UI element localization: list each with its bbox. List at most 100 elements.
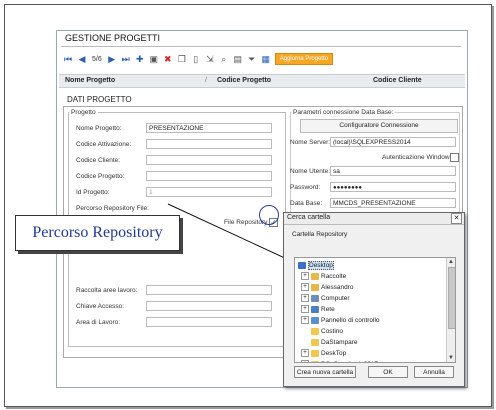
next-record-icon[interactable]: ▶ <box>107 54 117 64</box>
tree-item[interactable]: + Alessandro <box>301 282 354 293</box>
win-auth-label: Autenticazione Windows <box>382 154 453 161</box>
expand-icon[interactable]: + <box>301 283 309 292</box>
tree-item[interactable]: + Rete <box>301 304 335 315</box>
codice-cliente-input[interactable] <box>146 155 272 165</box>
tree-item-label: Pannello di controllo <box>321 317 380 324</box>
nome-utente-label: Nome Utente: <box>290 168 331 175</box>
database-label: Data Base: <box>290 200 323 207</box>
folder-icon <box>311 349 319 357</box>
previous-record-icon[interactable]: ◀ <box>77 54 87 64</box>
column-separator: / <box>205 77 207 84</box>
copy-icon[interactable]: ❐ <box>177 54 187 64</box>
database-input[interactable]: MMCDS_PRESENTAZIONE <box>330 198 456 208</box>
tree-item-label: DeskTop <box>321 350 347 357</box>
dialog-label: Cartella Repository <box>292 231 348 238</box>
add-icon[interactable]: ✚ <box>135 54 145 64</box>
export-icon[interactable]: ▤ <box>233 54 243 64</box>
progetto-legend: Progetto <box>71 109 96 116</box>
expand-icon[interactable]: + <box>301 305 309 314</box>
ok-button[interactable]: OK <box>368 366 408 378</box>
dialog-titlebar: Cerca cartella ✕ <box>284 213 464 225</box>
browse-folder-dialog: Cerca cartella ✕ Cartella Repository ▲ ▼… <box>283 212 465 387</box>
raccolta-label: Raccolta aree lavoro: <box>76 287 138 294</box>
tree-item[interactable]: + Raccolte <box>301 271 346 282</box>
area-lavoro-label: Area di Lavoro: <box>76 319 121 326</box>
configuratore-connessione-button[interactable]: Configuratore Connessione <box>300 119 458 133</box>
col-codice-progetto[interactable]: Codice Progetto <box>217 77 271 84</box>
nome-server-label: Nome Server: <box>290 139 331 146</box>
last-record-icon[interactable]: ⏭ <box>121 54 131 64</box>
computer-icon <box>311 294 319 302</box>
first-record-icon[interactable]: ⏮ <box>63 54 73 64</box>
tree-item[interactable]: + DeskTop <box>301 348 346 359</box>
scroll-down-icon[interactable]: ▼ <box>447 354 455 362</box>
codice-cliente-label: Codice Cliente: <box>76 157 121 164</box>
tree-item-label: Alessandro <box>321 284 354 291</box>
search-icon[interactable]: ⌕ <box>219 54 229 64</box>
section-title: DATI PROGETTO <box>67 95 132 104</box>
pager-text: 5/6 <box>92 55 102 63</box>
nome-utente-input[interactable]: sa <box>330 166 456 176</box>
db-legend: Parametri connessione Data Base: <box>293 109 394 116</box>
network-icon <box>311 305 319 313</box>
desktop-icon <box>298 261 306 269</box>
chiave-accesso-label: Chiave Accesso: <box>76 303 125 310</box>
nome-server-input[interactable]: (local)\SQLEXPRESS2014 <box>330 137 456 147</box>
tree-item[interactable]: + Pannello di controllo <box>301 315 380 326</box>
folder-tree[interactable]: ▲ ▼ Desktop + Raccolte + Alessandro + Computer… <box>294 257 456 363</box>
tree-item[interactable]: DaStampare <box>301 337 358 348</box>
tree-item-label: Costino <box>321 328 344 335</box>
expand-icon[interactable]: + <box>301 360 309 362</box>
filter-icon[interactable]: ⏷ <box>247 54 257 64</box>
codice-progetto-label: Codice Progetto: <box>76 173 125 180</box>
close-icon[interactable]: ✕ <box>451 213 462 224</box>
tree-item[interactable]: + Computer <box>301 293 350 304</box>
toolbar: ⏮ ◀ 5/6 ▶ ⏭ ✚ ▣ ✖ ❐ ▯ ⇲ ⌕ ▤ ⏷ ▦ Aggiorna… <box>63 52 334 66</box>
nome-progetto-input[interactable]: PRESENTAZIONE <box>146 123 272 133</box>
expand-icon[interactable]: + <box>301 272 309 281</box>
import-icon[interactable]: ⇲ <box>205 54 215 64</box>
folder-icon <box>311 327 319 335</box>
new-document-icon[interactable]: ▯ <box>191 54 201 64</box>
col-nome-progetto[interactable]: Nome Progetto <box>65 77 115 84</box>
tree-item-label: DS_Standard_2017 <box>321 361 378 362</box>
id-progetto-label: Id Progetto: <box>76 189 110 196</box>
grid-view-icon[interactable]: ▦ <box>261 54 271 64</box>
tree-item[interactable]: Costino <box>301 326 343 337</box>
tree-item-label: Rete <box>321 306 335 313</box>
expand-icon[interactable]: + <box>301 316 309 325</box>
update-project-button[interactable]: Aggiorna Progetto <box>274 53 334 65</box>
tree-item[interactable]: + DS_Standard_2017 <box>301 359 378 362</box>
id-progetto-input[interactable]: 1 <box>146 187 272 197</box>
folder-icon <box>311 338 319 346</box>
new-folder-button[interactable]: Crea nuova cartella <box>294 366 356 378</box>
win-auth-checkbox[interactable] <box>450 153 459 162</box>
tree-item-label: Raccolte <box>321 273 347 280</box>
cancel-button[interactable]: Annulla <box>414 366 454 378</box>
libraries-icon <box>311 272 319 280</box>
expand-icon[interactable]: + <box>301 294 309 303</box>
area-lavoro-input[interactable] <box>146 317 272 327</box>
control-panel-icon <box>311 316 319 324</box>
col-codice-cliente[interactable]: Codice Cliente <box>373 77 422 84</box>
tree-item[interactable]: Desktop <box>298 260 334 271</box>
folder-icon <box>311 360 319 362</box>
callout-label: Percorso Repository <box>15 215 180 251</box>
chiave-accesso-input[interactable] <box>146 301 272 311</box>
tree-scrollbar[interactable]: ▲ ▼ <box>446 258 455 362</box>
codice-progetto-input[interactable] <box>146 171 272 181</box>
scroll-up-icon[interactable]: ▲ <box>447 258 455 266</box>
expand-icon[interactable]: + <box>301 349 309 358</box>
percorso-repository-label: Percorso Repository File: <box>76 205 149 212</box>
scroll-thumb[interactable] <box>448 267 455 329</box>
tree-item-label: Computer <box>321 295 350 302</box>
nome-progetto-label: Nome Progetto: <box>76 125 122 132</box>
delete-icon[interactable]: ✖ <box>163 54 173 64</box>
codice-attivazione-input[interactable] <box>146 139 272 149</box>
dialog-title: Cerca cartella <box>287 214 331 221</box>
edit-icon[interactable]: ▣ <box>149 54 159 64</box>
raccolta-input[interactable] <box>146 285 272 295</box>
password-input[interactable]: ●●●●●●●● <box>330 182 456 192</box>
grid-header: Nome Progetto / Codice Progetto Codice C… <box>59 74 465 88</box>
app-title: GESTIONE PROGETTI <box>65 33 161 43</box>
